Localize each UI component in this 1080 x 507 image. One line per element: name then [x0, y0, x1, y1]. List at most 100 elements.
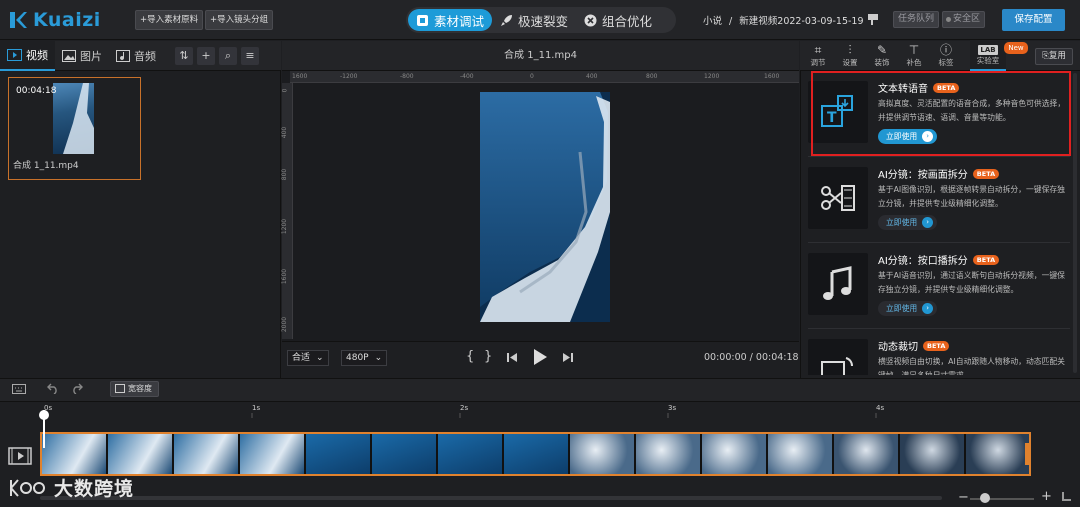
ruler-tick: -400 [460, 73, 474, 80]
mode-tab-material-debug[interactable]: 素材调试 [408, 9, 493, 31]
track-frame [768, 434, 834, 474]
use-now-button[interactable]: 立即使用 › [878, 301, 938, 316]
arrow-right-icon: › [922, 217, 934, 228]
tolerance-label: 宽容度 [128, 384, 152, 393]
step-forward-icon[interactable] [562, 352, 573, 363]
list-view-icon[interactable]: ≡ [241, 46, 259, 65]
paint-roller-icon: ⊤ [908, 43, 920, 57]
fit-timeline-icon[interactable] [1062, 492, 1071, 501]
tab-settings[interactable]: ⫶ 设置 [834, 41, 866, 71]
card-title: AI分镜：按口播拆分 BETA [878, 252, 1000, 267]
sort-icon[interactable]: ⇅ [175, 46, 193, 65]
lab-icon: LAB [978, 44, 998, 55]
zoom-in-icon[interactable]: + [1041, 489, 1052, 504]
redo-icon[interactable] [71, 382, 83, 394]
save-config-button[interactable]: 保存配置 [1002, 9, 1065, 31]
ruler-tick: 800 [646, 73, 658, 80]
track-frame [42, 434, 108, 474]
tab-video[interactable]: 视频 [0, 40, 55, 71]
zoom-slider-knob[interactable] [980, 493, 990, 503]
sliders-icon: ⫶ [848, 43, 852, 57]
mode-tab-fast-fission[interactable]: 极速裂变 [492, 9, 576, 31]
magic-wand-icon: ✎ [876, 43, 888, 57]
mode-label: 素材调试 [434, 13, 485, 29]
video-track-clip[interactable] [40, 432, 1031, 476]
mode-label: 极速裂变 [518, 13, 569, 29]
breadcrumb-video: 新建视频2022-03-09-15-19 [739, 16, 864, 27]
info-icon: ⓘ [939, 43, 952, 57]
add-icon[interactable]: + [197, 46, 215, 65]
card-description: 基于AI图像识别，根据逐帧转景自动拆分，一键保存独立分镜，并提供专业级精细化调整… [878, 185, 1065, 208]
clip-duration: 00:04:18 [16, 86, 57, 96]
ruler-tick: 800 [281, 168, 289, 181]
timeline-ruler[interactable]: 0s 1s 2s 3s 4s [40, 404, 1080, 418]
track-frame [108, 434, 174, 474]
track-frame [834, 434, 900, 474]
use-now-button[interactable]: 立即使用 › [878, 215, 938, 230]
ruler-tick: 1600 [764, 73, 780, 80]
toggle-dot-icon [946, 17, 951, 22]
clip-thumbnail [53, 83, 94, 154]
crop-icon: ⌗ [814, 43, 822, 57]
track-frame [174, 434, 240, 474]
audio-icon [116, 49, 130, 62]
tab-label: 图片 [80, 49, 102, 63]
app-logo[interactable]: Kuaizi [8, 9, 101, 31]
video-track-icon [8, 447, 32, 465]
card-title-text: AI分镜：按画面拆分 [878, 170, 968, 181]
timeline-scrollbar[interactable] [40, 496, 942, 500]
quality-select[interactable]: 480P ⌄ [341, 350, 388, 366]
keyboard-icon[interactable] [12, 383, 26, 395]
undo-icon[interactable] [47, 382, 59, 394]
chevron-down-icon: ⌄ [316, 353, 324, 363]
mode-tab-combo-optimize[interactable]: 组合优化 [576, 9, 660, 31]
ruler-tick: 400 [281, 126, 289, 139]
playhead-knob[interactable] [39, 410, 49, 420]
task-queue-button[interactable]: 任务队列 [893, 11, 940, 28]
media-tabs: 视频 图片 音频 ⇅ + ⌕ ≡ [0, 40, 281, 71]
fit-select[interactable]: 合适 ⌄ [287, 350, 329, 366]
tab-audio[interactable]: 音频 [109, 41, 163, 71]
play-icon[interactable] [533, 349, 547, 365]
tools-scrollbar[interactable] [1073, 73, 1077, 373]
tab-adjust[interactable]: ⌗ 调节 [802, 41, 834, 71]
step-back-icon[interactable] [507, 352, 518, 363]
breadcrumb-project[interactable]: 小说 [703, 16, 722, 27]
tab-lab[interactable]: LAB 实验室 [970, 41, 1006, 71]
mark-out-icon[interactable]: } [484, 349, 492, 364]
search-icon[interactable]: ⌕ [219, 46, 237, 65]
ruler-tick: 1200 [704, 73, 720, 80]
time-tick: 4s [876, 404, 885, 412]
film-crop-icon [808, 339, 868, 375]
flag-icon[interactable] [866, 12, 880, 26]
safe-zone-toggle[interactable]: 安全区 [942, 11, 986, 28]
arrow-right-icon: › [922, 303, 934, 314]
ruler-tick: -1200 [340, 73, 358, 80]
timeline-toolbar [0, 378, 1080, 402]
mark-in-icon[interactable]: { [466, 349, 474, 364]
track-frame [438, 434, 504, 474]
tab-decorate[interactable]: ✎ 装饰 [866, 41, 898, 71]
tab-color[interactable]: ⊤ 补色 [898, 41, 930, 71]
ruler-tick: 0 [281, 88, 289, 93]
breadcrumb-separator: / [729, 16, 733, 27]
trim-handle[interactable] [1025, 443, 1029, 465]
track-frame [702, 434, 768, 474]
track-frame [966, 434, 1029, 474]
tab-label: 视频 [26, 48, 48, 62]
tab-tags[interactable]: ⓘ 标签 [930, 41, 962, 71]
ruler-ticks [43, 413, 877, 418]
ruler-tick: 1600 [281, 268, 289, 285]
reuse-button[interactable]: ⎘复用 [1035, 48, 1073, 65]
new-badge: New [1004, 42, 1028, 54]
card-title: 动态裁切 BETA [878, 338, 950, 353]
video-frame[interactable] [480, 92, 610, 322]
tolerance-button[interactable]: 宽容度 [110, 381, 159, 397]
import-material-button[interactable]: +导入素材原料 [135, 10, 204, 30]
tool-card-dynamic-crop: 动态裁切 BETA 横竖视频自由切换，AI自动跟随人物移动，动态匹配关键帧，满足多… [808, 329, 1070, 375]
tab-label: 补色 [906, 58, 922, 67]
zoom-out-icon[interactable]: − [958, 490, 969, 505]
reuse-label: 复用 [1048, 51, 1066, 61]
tab-image[interactable]: 图片 [55, 41, 109, 71]
import-shots-button[interactable]: +导入镜头分组 [205, 10, 274, 30]
